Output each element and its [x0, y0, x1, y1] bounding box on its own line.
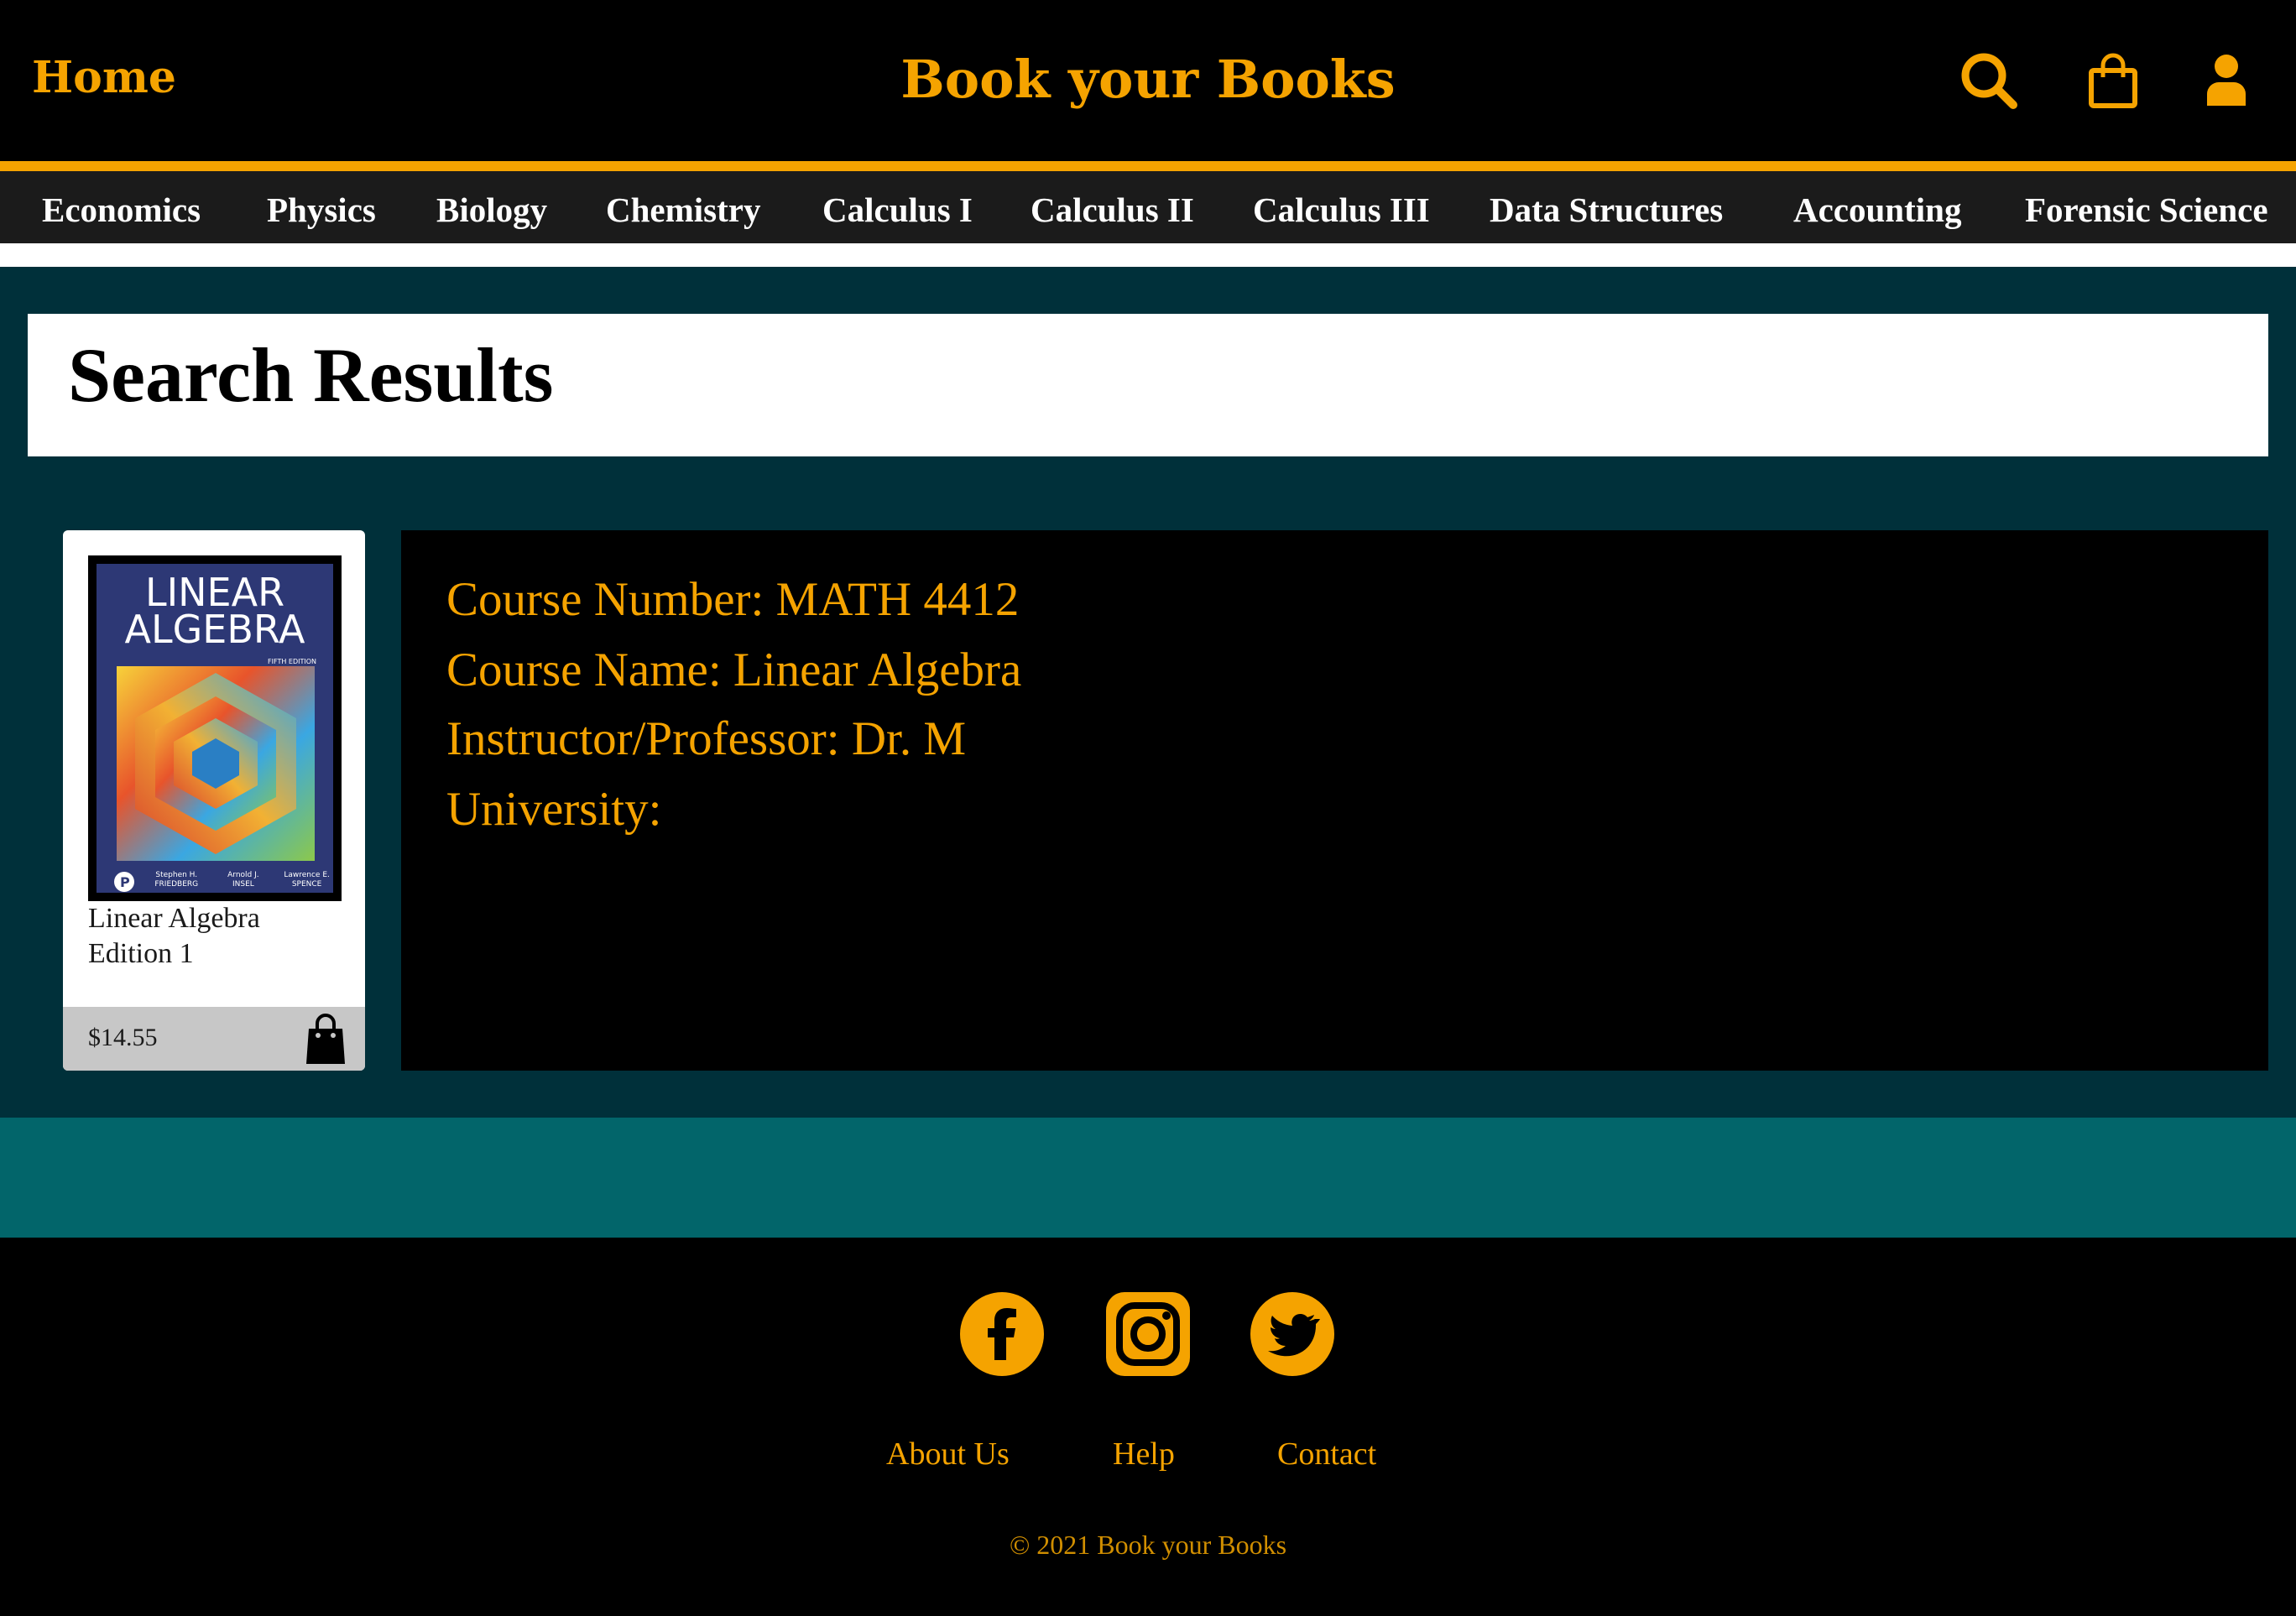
cover-author: Lawrence E. SPENCE: [284, 871, 330, 889]
university: University:: [446, 783, 662, 836]
card-footer: $14.55: [63, 1007, 365, 1071]
cover-title-line1: LINEAR: [144, 570, 285, 615]
svg-text:P: P: [120, 874, 130, 890]
header-divider: [0, 161, 2296, 171]
add-to-cart-bag-icon[interactable]: [305, 1012, 347, 1069]
cover-title-line2: ALGEBRA: [124, 607, 305, 652]
course-number: Course Number: MATH 4412: [446, 573, 1020, 626]
cover-author: Arnold J. INSEL: [227, 871, 259, 889]
site-brand[interactable]: Book your Books: [0, 49, 2296, 110]
shopping-bag-icon[interactable]: [2088, 52, 2138, 109]
copyright: © 2021 Book your Books: [1009, 1530, 1287, 1560]
book-price: $14.55: [88, 1024, 158, 1051]
instagram-icon[interactable]: [1105, 1291, 1191, 1380]
footer-band: [0, 1118, 2296, 1238]
cover-artwork: [117, 666, 315, 861]
user-icon[interactable]: [2205, 54, 2247, 106]
cover-authors: Stephen H. FRIEDBERG Arnold J. INSEL Law…: [147, 871, 333, 889]
cover-edition: FIFTH EDITION: [268, 658, 316, 665]
book-card[interactable]: LINEAR ALGEBRA FIFTH EDITION P Stephen H…: [63, 530, 365, 1071]
category-calculus-ii[interactable]: Calculus II: [1031, 190, 1194, 230]
cover-author: Stephen H. FRIEDBERG: [154, 871, 199, 889]
course-details-panel: Course Number: MATH 4412 Course Name: Li…: [401, 530, 2268, 1071]
site-footer: About Us Help Contact © 2021 Book your B…: [0, 1238, 2296, 1616]
category-nav: Economics Physics Biology Chemistry Calc…: [0, 171, 2296, 243]
facebook-icon[interactable]: [959, 1291, 1045, 1380]
nav-spacer: [0, 243, 2296, 267]
main-content: Search Results LINEAR ALGEBRA FIFTH EDIT…: [0, 267, 2296, 1118]
contact-link[interactable]: Contact: [1277, 1436, 1376, 1473]
category-biology[interactable]: Biology: [436, 190, 547, 230]
book-cover-image: LINEAR ALGEBRA FIFTH EDITION P Stephen H…: [97, 564, 333, 893]
course-name: Course Name: Linear Algebra: [446, 644, 1022, 696]
book-cover[interactable]: LINEAR ALGEBRA FIFTH EDITION P Stephen H…: [88, 555, 342, 901]
about-us-link[interactable]: About Us: [886, 1436, 1010, 1473]
help-link[interactable]: Help: [1113, 1436, 1175, 1473]
book-edition: Edition 1: [88, 938, 194, 969]
category-chemistry[interactable]: Chemistry: [606, 190, 760, 230]
instructor: Instructor/Professor: Dr. M: [446, 712, 967, 765]
category-physics[interactable]: Physics: [267, 190, 376, 230]
cover-title: LINEAR ALGEBRA: [97, 570, 333, 652]
category-forensic-science[interactable]: Forensic Science: [2025, 190, 2268, 230]
top-header: Home Book your Books: [0, 0, 2296, 161]
search-icon[interactable]: [1960, 52, 2017, 109]
category-calculus-iii[interactable]: Calculus III: [1253, 190, 1430, 230]
publisher-logo-icon: P: [113, 871, 135, 893]
category-accounting[interactable]: Accounting: [1793, 190, 1961, 230]
category-data-structures[interactable]: Data Structures: [1490, 190, 1723, 230]
results-header: Search Results: [28, 314, 2268, 456]
twitter-icon[interactable]: [1250, 1291, 1335, 1380]
category-calculus-i[interactable]: Calculus I: [822, 190, 973, 230]
page-title: Search Results: [68, 332, 554, 418]
book-name[interactable]: Linear Algebra Edition 1: [88, 901, 348, 972]
book-title: Linear Algebra: [88, 903, 260, 934]
category-economics[interactable]: Economics: [42, 190, 201, 230]
